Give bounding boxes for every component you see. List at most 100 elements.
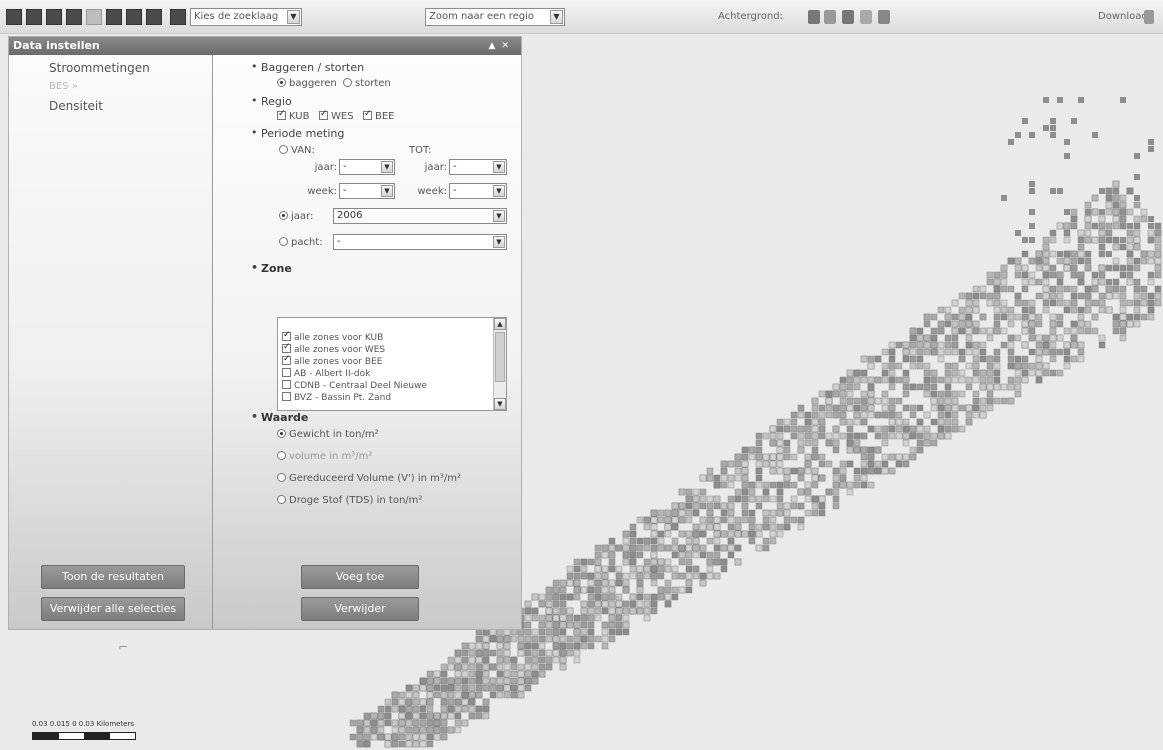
grid-cell	[650, 565, 658, 573]
background-grid-icon[interactable]	[860, 10, 872, 24]
grid-cell	[888, 432, 896, 440]
grid-cell	[1091, 299, 1099, 307]
grid-cell	[1133, 215, 1141, 223]
remove-button[interactable]: Verwijder	[301, 597, 419, 621]
grid-cell	[692, 551, 700, 559]
option-weight[interactable]: Gewicht in ton/m²	[277, 429, 379, 440]
pan-tool-button[interactable]	[6, 9, 22, 25]
grid-cell	[1063, 236, 1071, 244]
option-reduced-volume[interactable]: Gereduceerd Volume (V') in m³/m²	[277, 473, 461, 484]
grid-cell	[944, 341, 952, 349]
option-year[interactable]: jaar:	[279, 211, 313, 222]
grid-cell	[832, 439, 840, 447]
grid-cell	[440, 733, 448, 741]
grid-cell	[1028, 257, 1036, 265]
grid-cell	[804, 432, 812, 440]
option-lease[interactable]: pacht:	[279, 237, 323, 248]
grid-cell	[594, 579, 602, 587]
background-satellite-icon[interactable]	[824, 10, 836, 24]
option-dump[interactable]: storten	[343, 78, 391, 89]
option-from-to[interactable]: VAN:	[279, 145, 315, 156]
grid-cell	[874, 397, 882, 405]
zone-item[interactable]: alle zones voor KUB	[282, 330, 383, 343]
region-bee[interactable]: BEE	[363, 109, 395, 122]
grid-cell	[972, 341, 980, 349]
option-dredge[interactable]: baggeren	[277, 78, 337, 89]
grid-cell	[1042, 306, 1050, 314]
grid-cell	[426, 705, 434, 713]
zone-item-label: BVZ - Bassin Pt. Zand	[294, 393, 392, 403]
zoom-out-tool-button[interactable]	[46, 9, 62, 25]
zone-item[interactable]: alle zones voor WES	[282, 342, 385, 355]
zoom-in-tool-button[interactable]	[26, 9, 42, 25]
from-week-select[interactable]: - ▼	[339, 183, 395, 199]
zone-item[interactable]: CDNB - Centraal Deel Nieuwe	[282, 380, 427, 391]
menu-item-densiteit[interactable]: Densiteit	[49, 99, 103, 113]
grid-cell	[1105, 236, 1113, 244]
background-none-icon[interactable]	[878, 10, 890, 24]
show-results-button[interactable]: Toon de resultaten	[41, 565, 185, 589]
zone-listbox[interactable]: alle zones voor KUB alle zones voor WES …	[277, 317, 507, 411]
zoom-region-select[interactable]: Zoom naar een regio ▼	[425, 8, 565, 26]
option-dry-matter[interactable]: Droge Stof (TDS) in ton/m²	[277, 495, 422, 506]
remove-all-selections-button[interactable]: Verwijder alle selecties	[41, 597, 185, 621]
print-tool-button[interactable]	[146, 9, 162, 25]
lease-select[interactable]: - ▼	[333, 234, 507, 250]
background-topo-icon[interactable]	[842, 10, 854, 24]
grid-cell	[972, 404, 980, 412]
grid-cell	[860, 481, 868, 489]
grid-cell	[1063, 341, 1071, 349]
grid-cell	[874, 376, 882, 384]
to-year-select[interactable]: - ▼	[449, 159, 507, 175]
region-wes[interactable]: WES	[319, 109, 354, 122]
select-tool-button[interactable]	[126, 9, 142, 25]
download-icon[interactable]	[1144, 10, 1154, 24]
zone-scrollbar[interactable]: ▲ ▼	[493, 318, 506, 410]
menu-item-stroommetingen[interactable]: Stroommetingen	[49, 61, 150, 75]
layer-tool-button[interactable]	[170, 9, 186, 25]
grid-cell	[1028, 327, 1036, 335]
chevron-up-icon[interactable]: ▲	[494, 318, 506, 330]
grid-cell	[1119, 334, 1127, 342]
info-tool-button[interactable]	[86, 9, 102, 25]
option-volume[interactable]: volume in m³/m²	[277, 451, 372, 462]
grid-cell	[643, 523, 651, 531]
grid-cell	[951, 376, 959, 384]
to-week-select[interactable]: - ▼	[449, 183, 507, 199]
scrollbar-thumb[interactable]	[495, 332, 505, 382]
layer-select[interactable]: Kies de zoeklaag ▼	[190, 8, 302, 26]
region-kub[interactable]: KUB	[277, 109, 309, 122]
grid-cell	[1113, 188, 1119, 194]
add-button[interactable]: Voeg toe	[301, 565, 419, 589]
grid-cell	[426, 698, 434, 706]
grid-cell	[1085, 251, 1091, 257]
grid-cell	[1119, 285, 1127, 293]
background-map-icon[interactable]	[808, 10, 820, 24]
grid-cell	[1050, 188, 1056, 194]
year-select[interactable]: 2006 ▼	[333, 208, 507, 224]
grid-cell	[475, 677, 483, 685]
grid-cell	[426, 740, 434, 748]
grid-cell	[1042, 285, 1050, 293]
from-year-select[interactable]: - ▼	[339, 159, 395, 175]
collapse-icon[interactable]: ▲	[489, 41, 502, 51]
grid-cell	[636, 544, 644, 552]
grid-cell	[678, 516, 686, 524]
grid-cell	[384, 705, 392, 713]
grid-cell	[629, 537, 637, 545]
zone-item[interactable]: AB - Albert II-dok	[282, 368, 370, 379]
zone-item[interactable]: alle zones voor BEE	[282, 354, 382, 367]
close-icon[interactable]: ✕	[501, 41, 515, 51]
grid-cell	[1043, 97, 1049, 103]
full-extent-button[interactable]	[66, 9, 82, 25]
zone-item[interactable]: BVZ - Bassin Pt. Zand	[282, 392, 391, 403]
grid-cell	[972, 362, 980, 370]
menu-item-bes[interactable]: BES »	[49, 81, 78, 92]
chevron-down-icon[interactable]: ▼	[494, 398, 506, 410]
grid-cell	[412, 733, 420, 741]
grid-cell	[531, 628, 539, 636]
panel-header[interactable]: Data instellen ▲✕	[9, 37, 521, 55]
measure-tool-button[interactable]	[106, 9, 122, 25]
grid-cell	[1056, 278, 1064, 286]
grid-cell	[1077, 348, 1085, 356]
